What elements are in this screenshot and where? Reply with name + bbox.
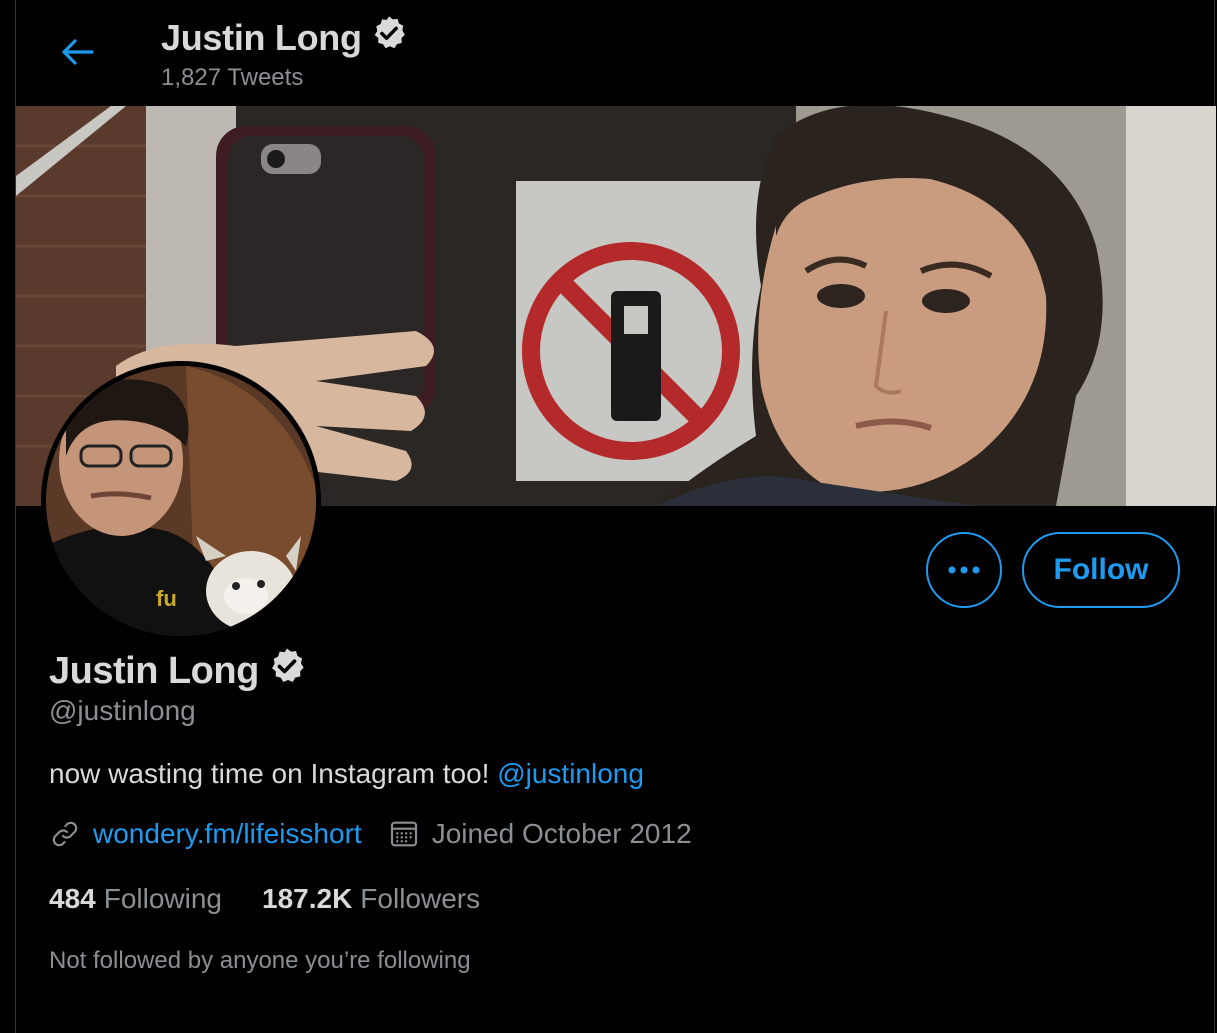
bio-mention-link[interactable]: @justinlong — [497, 758, 644, 789]
link-icon — [52, 821, 78, 847]
following-label: Following — [103, 883, 222, 914]
following-count: 484 — [49, 883, 96, 914]
verified-badge-icon — [267, 646, 307, 696]
bio-text: now wasting time on Instagram too! — [49, 758, 498, 789]
followers-count: 187.2K — [262, 883, 353, 914]
followers-stat[interactable]: 187.2K Followers — [262, 883, 480, 915]
profile-avatar[interactable]: fu — [41, 361, 321, 641]
joined-item: Joined October 2012 — [388, 818, 692, 850]
profile-header: Justin Long 1,827 Tweets — [16, 0, 1216, 106]
back-button[interactable] — [56, 30, 100, 74]
arrow-left-icon — [62, 39, 94, 65]
following-stat[interactable]: 484 Following — [49, 883, 222, 915]
profile-meta: wondery.fm/lifeisshort Joined October 20… — [49, 818, 718, 850]
svg-text:fu: fu — [156, 586, 177, 611]
website-item: wondery.fm/lifeisshort — [49, 818, 362, 850]
followers-label: Followers — [360, 883, 481, 914]
follow-stats: 484 Following 187.2K Followers — [49, 883, 520, 915]
joined-date: Joined October 2012 — [431, 818, 692, 849]
profile-bio: now wasting time on Instagram too! @just… — [49, 758, 644, 790]
header-name-text: Justin Long — [161, 16, 362, 58]
avatar-photo: fu — [46, 366, 316, 636]
website-link[interactable]: wondery.fm/lifeisshort — [93, 818, 362, 850]
more-options-button[interactable] — [926, 532, 1002, 608]
header-title: Justin Long — [161, 14, 408, 61]
follow-button[interactable]: Follow — [1022, 532, 1180, 608]
more-icon — [948, 566, 980, 574]
followed-by-note: Not followed by anyone you’re following — [49, 947, 471, 974]
tweet-count: 1,827 Tweets — [161, 64, 304, 91]
verified-badge-icon — [370, 14, 408, 61]
profile-column: Justin Long 1,827 Tweets fu Follow Justi… — [15, 0, 1216, 1033]
profile-handle: @justinlong — [49, 695, 196, 726]
calendar-icon — [390, 821, 417, 847]
profile-name: Justin Long — [49, 646, 307, 696]
profile-name-text: Justin Long — [49, 649, 259, 692]
